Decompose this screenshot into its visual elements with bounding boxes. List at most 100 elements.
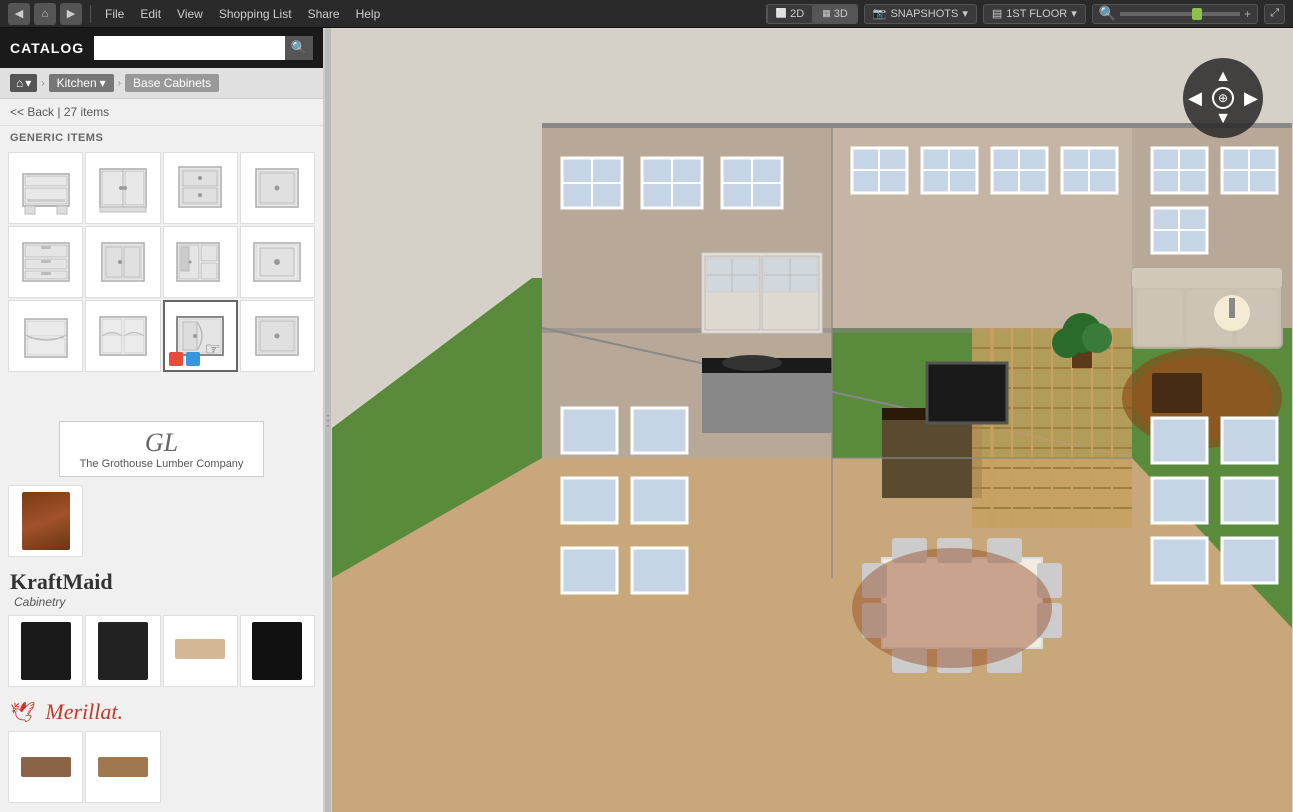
canvas-area[interactable]: ▲ ◀ ⊕ ▶ ▼ [331, 28, 1293, 812]
breadcrumb-arrow-2: › [118, 78, 121, 89]
grothouse-logo-container: GL The Grothouse Lumber Company [59, 421, 265, 477]
menu-shopping[interactable]: Shopping List [213, 5, 298, 23]
cabinet-svg-4 [248, 159, 306, 217]
catalog-header: CATALOG 🔍 [0, 28, 323, 68]
kraftmaid-items-grid [0, 611, 323, 691]
breadcrumb-home-chevron: ▾ [25, 76, 31, 90]
breadcrumb-arrow-1: › [41, 78, 44, 89]
cursor-hand: ☞ [205, 339, 221, 360]
cabinet-item-4[interactable] [240, 152, 315, 224]
cabinet-item-3[interactable] [163, 152, 238, 224]
search-icon: 🔍 [291, 40, 308, 56]
nav-right-arrow[interactable]: ▶ [1244, 89, 1258, 107]
kraftmaid-logo: KraftMaid [10, 569, 313, 595]
view-3d-button[interactable]: ▦ 3D [813, 4, 857, 24]
fullscreen-button[interactable]: ⤢ [1264, 4, 1285, 24]
item-icons [169, 352, 200, 366]
kraftmaid-logo-container: KraftMaid Cabinetry [10, 569, 313, 609]
km-dark-item-4 [252, 622, 302, 680]
cabinet-svg-9 [17, 307, 75, 365]
nav-circle: ▲ ◀ ⊕ ▶ ▼ [1183, 58, 1263, 138]
merillat-item-1[interactable] [8, 731, 83, 803]
cabinet-item-6[interactable] [85, 226, 160, 298]
sidebar: CATALOG 🔍 ⌂ ▾ › Kitchen ▾ › Base Cabinet… [0, 28, 325, 812]
nav-up-arrow[interactable]: ▲ [1215, 69, 1231, 85]
km-item-2[interactable] [85, 615, 160, 687]
km-dark-item-2 [98, 622, 148, 680]
cabinet-svg-3 [171, 159, 229, 217]
snapshots-button[interactable]: 📷 SNAPSHOTS ▾ [864, 4, 977, 24]
cabinet-svg-8 [248, 233, 306, 291]
cabinet-svg-1 [17, 159, 75, 217]
home-icon: ⌂ [16, 76, 23, 90]
snapshots-chevron: ▾ [962, 7, 968, 20]
search-button[interactable]: 🔍 [285, 36, 313, 60]
back-bar: << Back | 27 items [0, 99, 323, 126]
merillat-wood-2 [98, 757, 148, 777]
kraftmaid-sub: Cabinetry [14, 595, 313, 609]
menu-share[interactable]: Share [302, 5, 346, 23]
cabinet-svg-12 [248, 307, 306, 365]
catalog-title: CATALOG [10, 40, 84, 56]
camera-icon: 📷 [873, 7, 887, 20]
navigation-overlay: ▲ ◀ ⊕ ▶ ▼ [1183, 58, 1263, 138]
cabinet-svg-10 [94, 307, 152, 365]
nav-middle-row: ◀ ⊕ ▶ [1188, 87, 1258, 109]
cabinet-item-9[interactable] [8, 300, 83, 372]
nav-arrows-container: ▲ ◀ ⊕ ▶ ▼ [1188, 69, 1258, 127]
back-link[interactable]: << Back [10, 105, 54, 119]
kitchen-chevron: ▾ [100, 76, 106, 90]
grothouse-wood-item [22, 492, 70, 550]
cabinet-item-1[interactable] [8, 152, 83, 224]
generic-items-grid: ☞ [0, 148, 323, 376]
menu-file[interactable]: File [99, 5, 130, 23]
grothouse-logo: GL [80, 428, 244, 458]
cabinet-svg-6 [94, 233, 152, 291]
merillat-brand-section: 🕊 Merillat. [0, 691, 323, 727]
cabinet-svg-5 [17, 233, 75, 291]
floor-button[interactable]: ▤ 1ST FLOOR ▾ [983, 4, 1086, 24]
merillat-item-2[interactable] [85, 731, 160, 803]
toolbar-back-icon[interactable]: ◀ [8, 3, 30, 25]
cabinet-item-10[interactable] [85, 300, 160, 372]
zoom-control: 🔍 + [1092, 4, 1258, 24]
km-item-3[interactable] [163, 615, 238, 687]
house-scene [331, 28, 1293, 812]
grothouse-item-1[interactable] [8, 485, 83, 557]
cabinet-item-11-active[interactable]: ☞ [163, 300, 238, 372]
breadcrumb: ⌂ ▾ › Kitchen ▾ › Base Cabinets [0, 68, 323, 99]
toolbar-right: ⬜ 2D ▦ 3D 📷 SNAPSHOTS ▾ ▤ 1ST FLOOR ▾ 🔍 … [766, 4, 1285, 24]
toolbar-home-icon[interactable]: ⌂ [34, 3, 56, 25]
view-2d-button[interactable]: ⬜ 2D [767, 4, 813, 24]
zoom-slider[interactable] [1120, 12, 1240, 16]
cabinet-item-7[interactable] [163, 226, 238, 298]
nav-center-icon[interactable]: ⊕ [1212, 87, 1234, 109]
zoom-plus-icon[interactable]: + [1244, 7, 1251, 21]
breadcrumb-kitchen[interactable]: Kitchen ▾ [49, 74, 114, 92]
cabinet-item-12[interactable] [240, 300, 315, 372]
menu-edit[interactable]: Edit [134, 5, 167, 23]
catalog-search: 🔍 [94, 36, 313, 60]
cabinet-item-8[interactable] [240, 226, 315, 298]
merillat-items-grid [0, 727, 323, 807]
breadcrumb-base-cabinets: Base Cabinets [125, 74, 219, 92]
menu-help[interactable]: Help [350, 5, 387, 23]
breadcrumb-home[interactable]: ⌂ ▾ [10, 74, 37, 92]
menu-view[interactable]: View [171, 5, 209, 23]
nav-left-arrow[interactable]: ◀ [1188, 89, 1202, 107]
nav-down-arrow[interactable]: ▼ [1215, 111, 1231, 127]
km-item-4[interactable] [240, 615, 315, 687]
item-count: 27 items [64, 105, 109, 119]
cabinet-item-5[interactable] [8, 226, 83, 298]
items-area[interactable]: GENERIC ITEMS [0, 126, 323, 812]
grothouse-items-grid [0, 481, 323, 561]
merillat-logo: Merillat. [45, 699, 123, 725]
km-item-1[interactable] [8, 615, 83, 687]
cabinet-svg-7 [171, 233, 229, 291]
brands-collections-label: BRANDS & COLLECTIONS [0, 807, 323, 812]
cabinet-item-2[interactable] [85, 152, 160, 224]
search-input[interactable] [94, 36, 285, 60]
merillat-wood-1 [21, 757, 71, 777]
zoom-minus-icon[interactable]: 🔍 [1099, 5, 1116, 22]
toolbar-forward-icon[interactable]: ▶ [60, 3, 82, 25]
